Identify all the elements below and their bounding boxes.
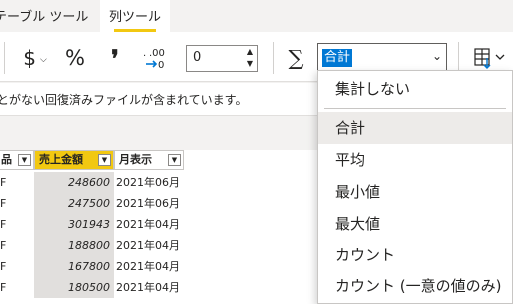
table-row: F 188800 2021年04月: [0, 235, 320, 256]
column-header-month[interactable]: 月表示 ▼: [114, 150, 184, 170]
table-cell-month: 2021年04月: [116, 281, 180, 294]
table-cell: F: [0, 260, 7, 273]
table-cell-amount: 188800: [34, 235, 114, 256]
decimal-places-stepper[interactable]: 0 ▲ ▼: [186, 45, 258, 72]
decimal-label: .00: [149, 48, 165, 59]
filter-dropdown-icon[interactable]: ▼: [98, 154, 111, 166]
table-cell: F: [0, 197, 7, 210]
svg-text:0: 0: [158, 60, 164, 71]
column-header-sales-amount[interactable]: 売上金額 ▼: [34, 150, 114, 170]
filter-dropdown-icon[interactable]: ▼: [18, 154, 31, 166]
tab-column-tools[interactable]: 列ツール: [100, 0, 170, 32]
column-header-label: 売上金額: [39, 153, 83, 166]
column-header-product[interactable]: 品 ▼: [0, 150, 34, 170]
table-row: F 247500 2021年06月: [0, 193, 320, 214]
table-cell-amount: 301943: [34, 214, 114, 235]
menu-item-count-distinct[interactable]: カウント (一意の値のみ): [318, 270, 512, 302]
menu-divider: [324, 108, 506, 109]
percent-format-button[interactable]: %: [60, 44, 90, 72]
notice-text: とがない回復済みファイルが含まれています。: [0, 93, 248, 107]
table-row: F 301943 2021年04月: [0, 214, 320, 235]
ribbon-separator: [273, 42, 274, 74]
svg-text:.: .: [143, 48, 146, 59]
table-cell: F: [0, 239, 7, 252]
table-cell-month: 2021年04月: [116, 218, 180, 231]
table-row: F 180500 2021年04月: [0, 277, 320, 298]
column-header-label: 月表示: [119, 153, 152, 166]
currency-icon: $: [23, 46, 36, 70]
comma-icon: ❜: [111, 43, 119, 73]
menu-item-maximum[interactable]: 最大値: [318, 208, 512, 240]
table-cell: F: [0, 176, 7, 189]
table-cell-month: 2021年06月: [116, 176, 180, 189]
menu-item-minimum[interactable]: 最小値: [318, 176, 512, 208]
menu-item-do-not-summarize[interactable]: 集計しない: [318, 73, 512, 105]
filter-dropdown-icon[interactable]: ▼: [168, 154, 181, 166]
percent-icon: %: [65, 46, 85, 70]
decimal-places-value[interactable]: 0: [193, 50, 201, 65]
decrease-decimal-icon: .00 . 0: [143, 48, 165, 71]
table-cell: F: [0, 218, 7, 231]
currency-format-button[interactable]: $ ⌵: [18, 44, 52, 72]
comma-style-button[interactable]: ❜: [104, 43, 126, 73]
table-cell: F: [0, 281, 7, 294]
table-cell-amount: 167800: [34, 256, 114, 277]
chevron-down-icon[interactable]: ⌄: [432, 49, 442, 63]
ribbon-separator: [4, 42, 5, 74]
table-cell-month: 2021年04月: [116, 260, 180, 273]
table-cell-amount: 248600: [34, 172, 114, 193]
menu-item-sum[interactable]: 合計: [318, 112, 512, 144]
menu-item-average[interactable]: 平均: [318, 144, 512, 176]
data-category-button[interactable]: [470, 44, 510, 72]
menu-item-count[interactable]: カウント: [318, 239, 512, 271]
stepper-down-icon[interactable]: ▼: [247, 59, 253, 68]
data-category-icon: [474, 48, 505, 69]
table-cell-amount: 180500: [34, 277, 114, 298]
summarization-selected-value[interactable]: 合計: [322, 49, 353, 67]
sigma-icon: ∑: [288, 46, 304, 70]
chevron-down-icon: ⌵: [39, 55, 47, 65]
stepper-up-icon[interactable]: ▲: [247, 47, 253, 56]
summarization-select[interactable]: 合計 ⌄: [317, 43, 447, 73]
tab-table-tools[interactable]: テーブル ツール: [0, 0, 88, 32]
table-cell-month: 2021年06月: [116, 197, 180, 210]
column-header-label: 品: [1, 153, 12, 166]
decimal-places-button[interactable]: .00 . 0: [140, 44, 170, 72]
summarization-dropdown-menu: 集計しない 合計 平均 最小値 最大値 カウント カウント (一意の値のみ): [317, 70, 513, 304]
table-row: F 167800 2021年04月: [0, 256, 320, 277]
table-cell-amount: 247500: [34, 193, 114, 214]
table-cell-month: 2021年04月: [116, 239, 180, 252]
data-grid: 品 ▼ 売上金額 ▼ 月表示 ▼ F 248600 2021年06月 F 247…: [0, 150, 320, 304]
table-row: F 248600 2021年06月: [0, 172, 320, 193]
